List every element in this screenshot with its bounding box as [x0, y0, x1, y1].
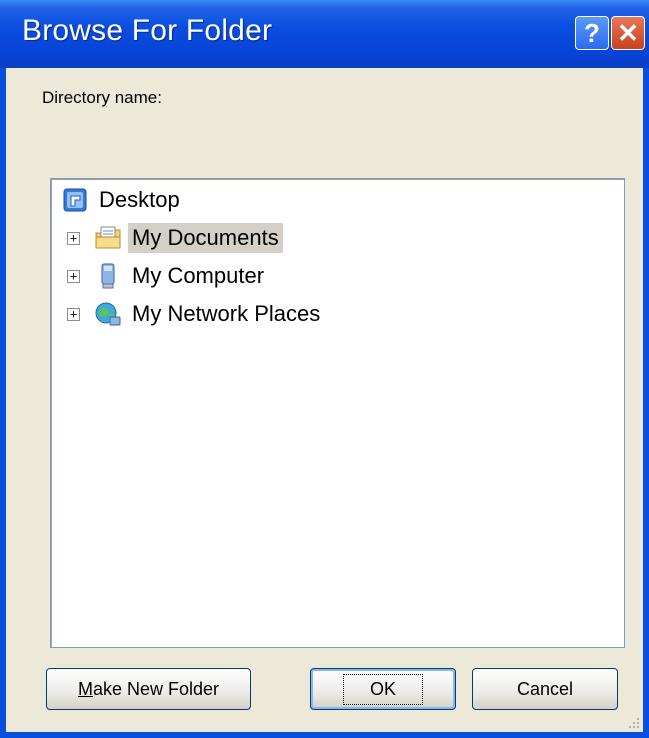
help-icon: ?	[584, 17, 600, 48]
desktop-icon	[63, 188, 87, 212]
dialog-body: Directory name: Desktop + My Documents +…	[6, 68, 643, 732]
title-bar[interactable]: Browse For Folder ? ✕	[0, 0, 649, 68]
tree-item-label: My Documents	[128, 223, 283, 253]
close-icon: ✕	[617, 17, 639, 48]
ok-label: OK	[342, 673, 423, 705]
resize-grip-icon[interactable]	[625, 714, 641, 730]
tree-item-my-computer[interactable]: + My Computer	[67, 259, 268, 293]
window-title: Browse For Folder	[22, 14, 273, 47]
my-computer-icon	[101, 263, 115, 289]
tree-item-label: My Network Places	[132, 301, 321, 326]
expand-icon[interactable]: +	[67, 231, 80, 245]
browse-for-folder-dialog: Browse For Folder ? ✕ Directory name: De…	[0, 0, 649, 738]
make-new-folder-label: ake New Folder	[92, 678, 220, 699]
tree-item-desktop[interactable]: Desktop	[61, 183, 184, 217]
cancel-label: Cancel	[516, 678, 574, 699]
tree-item-my-network-places[interactable]: + My Network Places	[67, 297, 324, 331]
my-network-places-icon	[95, 302, 121, 326]
directory-name-label: Directory name:	[42, 88, 162, 107]
my-documents-icon	[95, 226, 121, 249]
expand-icon[interactable]: +	[67, 307, 80, 321]
make-new-folder-button[interactable]: Make New Folder	[46, 668, 251, 710]
cancel-button[interactable]: Cancel	[472, 668, 618, 710]
close-button[interactable]: ✕	[611, 16, 645, 50]
make-new-folder-mnemonic: M	[77, 678, 93, 699]
tree-item-label: My Computer	[132, 263, 265, 288]
ok-button[interactable]: OK	[310, 668, 456, 710]
folder-tree[interactable]: Desktop + My Documents + My Computer + M…	[50, 178, 625, 648]
help-button[interactable]: ?	[575, 16, 609, 50]
tree-item-my-documents[interactable]: + My Documents	[67, 221, 283, 255]
tree-item-label: Desktop	[99, 187, 180, 212]
expand-icon[interactable]: +	[67, 269, 80, 283]
